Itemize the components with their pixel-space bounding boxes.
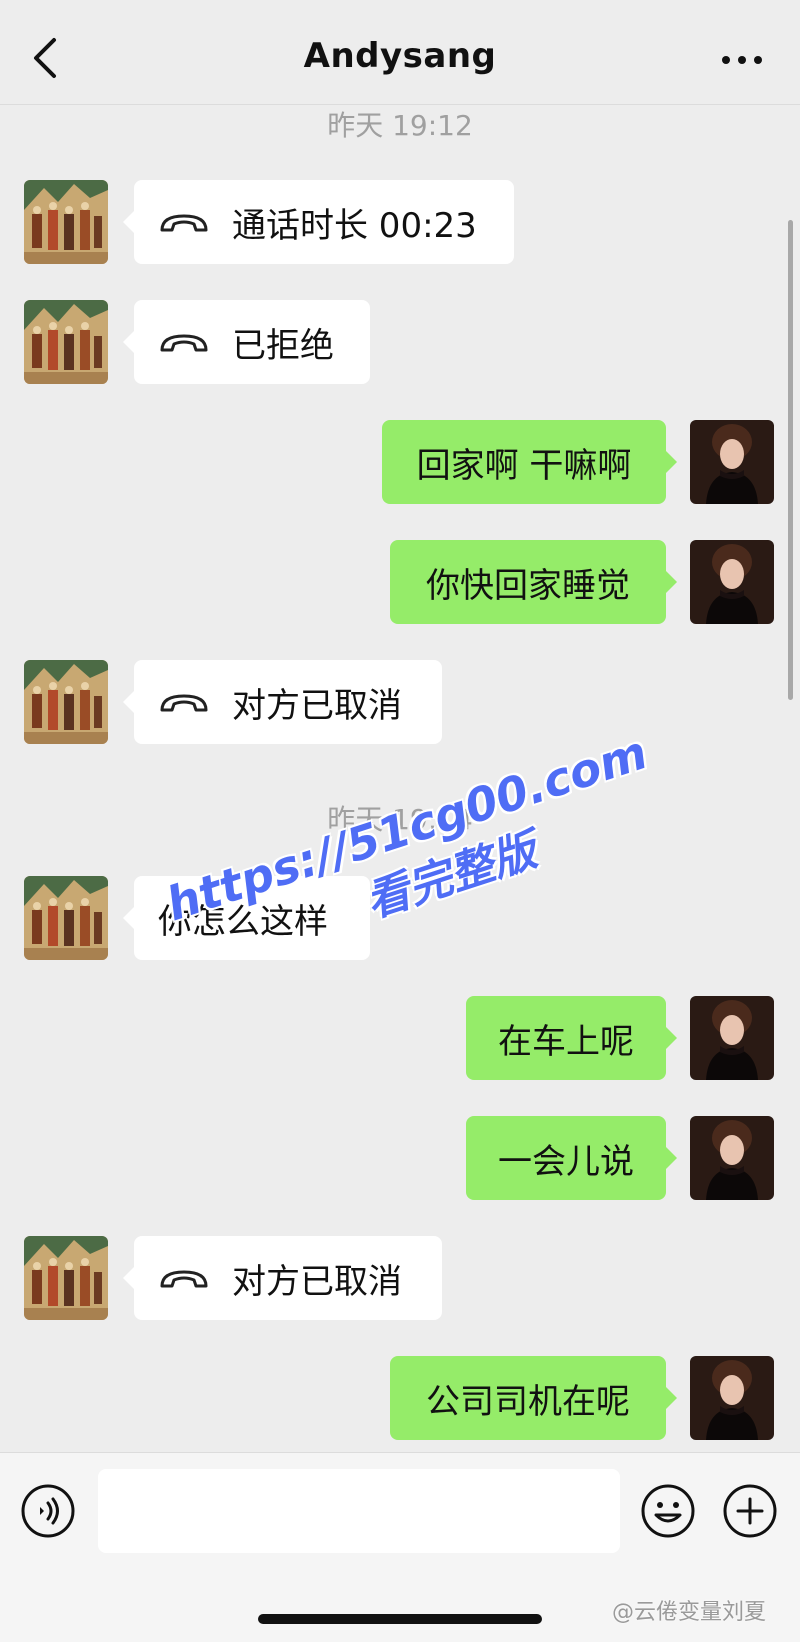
- message-input[interactable]: [98, 1469, 620, 1553]
- contact-avatar[interactable]: [24, 300, 108, 384]
- call-record-text: 通话时长 00:23: [232, 205, 477, 246]
- emoji-icon[interactable]: [640, 1483, 696, 1539]
- sent-message-bubble[interactable]: 公司司机在呢: [390, 1356, 677, 1440]
- chat-scrollbar[interactable]: [788, 220, 793, 700]
- voice-input-icon[interactable]: [20, 1483, 76, 1539]
- contact-avatar[interactable]: [24, 180, 108, 264]
- message-text: 一会儿说: [498, 1141, 634, 1182]
- call-record-text: 已拒绝: [232, 325, 334, 366]
- self-avatar[interactable]: [690, 420, 774, 504]
- self-avatar[interactable]: [690, 540, 774, 624]
- call-record-bubble[interactable]: 通话时长 00:23: [123, 180, 514, 264]
- self-avatar[interactable]: [690, 1116, 774, 1200]
- chat-title: Andysang: [303, 36, 497, 76]
- self-avatar[interactable]: [690, 996, 774, 1080]
- phone-handset-icon: [160, 334, 208, 352]
- credit-watermark: @云倦变量刘夏: [612, 1600, 767, 1625]
- call-record-bubble[interactable]: 已拒绝: [123, 300, 370, 384]
- phone-handset-icon: [160, 214, 208, 232]
- contact-avatar[interactable]: [24, 1236, 108, 1320]
- call-record-bubble[interactable]: 对方已取消: [123, 660, 442, 744]
- phone-handset-icon: [160, 1270, 208, 1288]
- call-record-text: 对方已取消: [232, 1261, 402, 1302]
- self-avatar[interactable]: [690, 1356, 774, 1440]
- sent-message-bubble[interactable]: 你快回家睡觉: [390, 540, 677, 624]
- call-record-bubble[interactable]: 对方已取消: [123, 1236, 442, 1320]
- call-record-text: 对方已取消: [232, 685, 402, 726]
- contact-avatar[interactable]: [24, 876, 108, 960]
- sent-message-bubble[interactable]: 回家啊 干嘛啊: [382, 420, 677, 504]
- message-text: 公司司机在呢: [426, 1381, 630, 1422]
- contact-avatar[interactable]: [24, 660, 108, 744]
- watermark-overlay: https://51cg00.com 看完整版: [160, 725, 654, 989]
- home-indicator[interactable]: [258, 1614, 542, 1624]
- timestamp: 昨天 19:12: [327, 109, 473, 142]
- message-text: 回家啊 干嘛啊: [416, 445, 632, 486]
- sent-message-bubble[interactable]: 一会儿说: [466, 1116, 677, 1200]
- chat-header: Andysang: [0, 0, 800, 105]
- more-dots-icon[interactable]: [718, 42, 766, 78]
- plus-icon[interactable]: [722, 1483, 778, 1539]
- message-text: 你快回家睡觉: [426, 565, 630, 606]
- message-text: 在车上呢: [498, 1021, 634, 1062]
- sent-message-bubble[interactable]: 在车上呢: [466, 996, 677, 1080]
- phone-handset-icon: [160, 694, 208, 712]
